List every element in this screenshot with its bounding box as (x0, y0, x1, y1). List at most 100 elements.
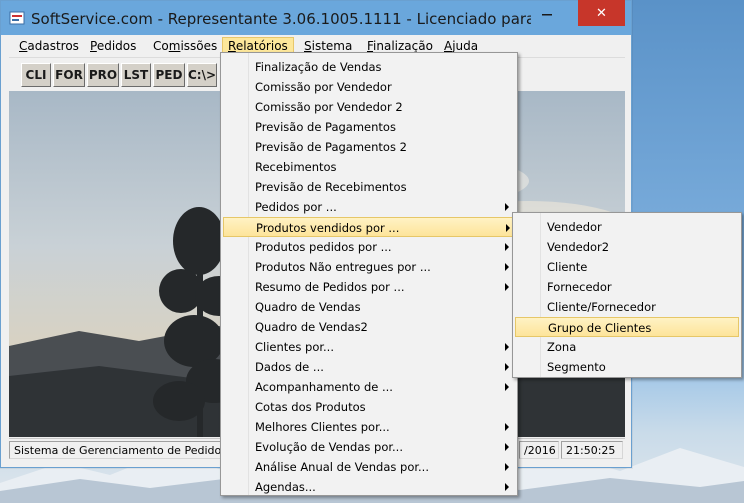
menu-item-previsao-de-pagamentos[interactable]: Previsão de Pagamentos (223, 117, 515, 137)
submenu-arrow-icon (505, 283, 509, 291)
menu-item-quadro-de-vendas[interactable]: Quadro de Vendas (223, 297, 515, 317)
menu-item-label: Produtos Não entregues por ... (255, 260, 431, 274)
menu-item-label: Previsão de Pagamentos (255, 120, 396, 134)
submenu-arrow-icon (505, 263, 509, 271)
submenu-item-label: Cliente/Fornecedor (547, 300, 656, 314)
menu-item-label: Análise Anual de Vendas por... (255, 460, 429, 474)
submenu-arrow-icon (505, 463, 509, 471)
menu-item-produtos-nao-entregues-por[interactable]: Produtos Não entregues por ... (223, 257, 515, 277)
menu-item-evolucao-de-vendas-por[interactable]: Evolução de Vendas por... (223, 437, 515, 457)
menu-ajuda-label: juda (452, 39, 479, 53)
submenu-arrow-icon (505, 483, 509, 491)
menu-item-analise-anual-de-vendas-por[interactable]: Análise Anual de Vendas por... (223, 457, 515, 477)
submenu-arrow-icon (505, 203, 509, 211)
submenu-arrow-icon (505, 243, 509, 251)
app-icon (9, 11, 25, 25)
menu-item-label: Agendas... (255, 480, 316, 494)
submenu-item-grupo-de-clientes[interactable]: Grupo de Clientes (515, 317, 739, 337)
menu-item-clientes-por[interactable]: Clientes por... (223, 337, 515, 357)
submenu-item-segmento[interactable]: Segmento (515, 357, 739, 377)
toolbar-pro-button[interactable]: PRO (87, 63, 119, 87)
submenu-item-cliente-fornecedor[interactable]: Cliente/Fornecedor (515, 297, 739, 317)
status-time: 21:50:25 (561, 441, 623, 459)
submenu-arrow-icon (505, 383, 509, 391)
submenu-item-label: Fornecedor (547, 280, 612, 294)
menu-item-previsao-de-pagamentos-2[interactable]: Previsão de Pagamentos 2 (223, 137, 515, 157)
submenu-item-vendedor[interactable]: Vendedor (515, 217, 739, 237)
toolbar-cmd-button[interactable]: C:\> (187, 63, 217, 87)
menu-item-finalizacao-de-vendas[interactable]: Finalização de Vendas (223, 57, 515, 77)
menu-item-label: Recebimentos (255, 160, 337, 174)
submenu-arrow-icon (505, 363, 509, 371)
submenu-arrow-icon (506, 224, 510, 232)
menu-item-label: Evolução de Vendas por... (255, 440, 403, 454)
toolbar-ped-button[interactable]: PED (153, 63, 185, 87)
toolbar-lst-button[interactable]: LST (121, 63, 151, 87)
menu-item-label: Previsão de Recebimentos (255, 180, 407, 194)
menu-item-acompanhamento-de[interactable]: Acompanhamento de ... (223, 377, 515, 397)
menu-item-label: Melhores Clientes por... (255, 420, 390, 434)
menu-item-label: Acompanhamento de ... (255, 380, 393, 394)
menu-pedidos[interactable]: Pedidos (84, 37, 142, 55)
menu-item-previsao-de-recebimentos[interactable]: Previsão de Recebimentos (223, 177, 515, 197)
menu-item-produtos-vendidos-por[interactable]: Produtos vendidos por ... (223, 217, 515, 237)
status-date: /2016 (519, 441, 559, 459)
submenu-item-label: Grupo de Clientes (548, 321, 652, 335)
menu-item-label: Dados de ... (255, 360, 324, 374)
submenu-item-label: Segmento (547, 360, 606, 374)
menu-comissoes-label: Co (153, 39, 169, 53)
submenu-item-vendedor2[interactable]: Vendedor2 (515, 237, 739, 257)
menu-item-comissao-por-vendedor[interactable]: Comissão por Vendedor (223, 77, 515, 97)
menu-item-melhores-clientes-por[interactable]: Melhores Clientes por... (223, 417, 515, 437)
menu-sistema-label: istema (311, 39, 353, 53)
menu-item-label: Comissão por Vendedor 2 (255, 100, 403, 114)
menu-item-comissao-por-vendedor-2[interactable]: Comissão por Vendedor 2 (223, 97, 515, 117)
submenu-item-zona[interactable]: Zona (515, 337, 739, 357)
relatorios-dropdown-menu: Finalização de Vendas Comissão por Vended… (220, 52, 518, 496)
menu-comissoes[interactable]: Comissões (147, 37, 223, 55)
toolbar-cli-button[interactable]: CLI (21, 63, 51, 87)
menu-item-resumo-de-pedidos-por[interactable]: Resumo de Pedidos por ... (223, 277, 515, 297)
submenu-arrow-icon (505, 343, 509, 351)
menu-item-dados-de[interactable]: Dados de ... (223, 357, 515, 377)
minimize-icon (542, 14, 552, 16)
submenu-item-label: Cliente (547, 260, 588, 274)
menu-item-label: Produtos vendidos por ... (256, 221, 400, 235)
submenu-item-cliente[interactable]: Cliente (515, 257, 739, 277)
submenu-arrow-icon (505, 443, 509, 451)
menu-cadastros[interactable]: Cadastros (13, 37, 85, 55)
toolbar-for-button[interactable]: FOR (53, 63, 85, 87)
menu-cadastros-label: adastros (27, 39, 79, 53)
menu-finalizacao-label: inalização (373, 39, 433, 53)
submenu-item-fornecedor[interactable]: Fornecedor (515, 277, 739, 297)
close-icon: ✕ (596, 5, 607, 21)
menu-item-label: Produtos pedidos por ... (255, 240, 392, 254)
menu-item-label: Quadro de Vendas2 (255, 320, 368, 334)
minimize-button[interactable] (525, 1, 569, 27)
menu-item-label: Cotas dos Produtos (255, 400, 366, 414)
menu-item-label: Pedidos por ... (255, 200, 337, 214)
window-title: SoftService.com - Representante 3.06.100… (31, 10, 531, 28)
submenu-item-label: Vendedor (547, 220, 602, 234)
menu-item-agendas[interactable]: Agendas... (223, 477, 515, 497)
menu-relatorios-label: elatórios (235, 39, 288, 53)
menu-item-label: Clientes por... (255, 340, 334, 354)
menu-item-recebimentos[interactable]: Recebimentos (223, 157, 515, 177)
submenu-item-label: Vendedor2 (547, 240, 610, 254)
close-button[interactable]: ✕ (578, 0, 625, 26)
produtos-vendidos-submenu: Vendedor Vendedor2 Cliente Fornecedor Client… (512, 212, 742, 378)
menu-pedidos-label: edidos (96, 39, 137, 53)
menu-item-label: Quadro de Vendas (255, 300, 361, 314)
menu-item-label: Resumo de Pedidos por ... (255, 280, 405, 294)
status-text: Sistema de Gerenciamento de Pedidos (9, 441, 227, 459)
menu-item-label: Previsão de Pagamentos 2 (255, 140, 407, 154)
title-bar: SoftService.com - Representante 3.06.100… (1, 1, 631, 35)
menu-item-cotas-dos-produtos[interactable]: Cotas dos Produtos (223, 397, 515, 417)
menu-item-pedidos-por[interactable]: Pedidos por ... (223, 197, 515, 217)
submenu-item-label: Zona (547, 340, 577, 354)
submenu-arrow-icon (505, 423, 509, 431)
menu-item-quadro-de-vendas2[interactable]: Quadro de Vendas2 (223, 317, 515, 337)
menu-item-label: Comissão por Vendedor (255, 80, 392, 94)
menu-item-label: Finalização de Vendas (255, 60, 382, 74)
menu-item-produtos-pedidos-por[interactable]: Produtos pedidos por ... (223, 237, 515, 257)
